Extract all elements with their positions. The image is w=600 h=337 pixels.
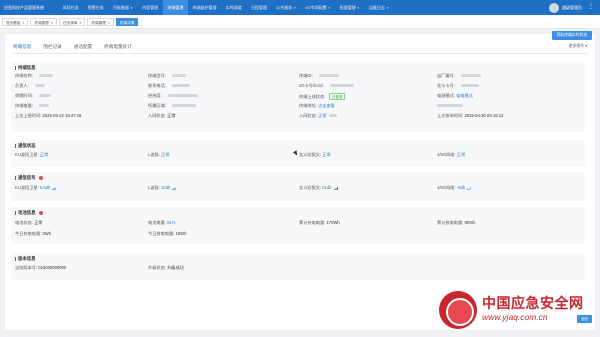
beidou-card: 北斗卡号: [437,83,479,89]
nav-item-terminal[interactable]: 终端管理 [162,0,188,15]
site-watermark: 中国应急安全网 www.yjaq.com.cn [439,290,595,330]
today-charge: 今日充电电量: 0Wh [15,231,52,236]
nav-item-4g-config[interactable]: 4G专网配置▼ [301,0,336,15]
ku-status: KU波段卫星: 正常 [15,152,49,157]
total-discharge: 累计放电电量: 90Wh [437,220,476,225]
watermark-title: 中国应急安全网 [482,295,584,311]
region: 所属区域: [148,103,196,109]
tags-bar: 首页看板 × 终端管理 × 任务清单 × 终端管理 × 终端详情 [0,15,600,29]
section-title: 通信信号 [15,175,44,181]
power-mode: 电源模式: 省电模式 [437,93,473,98]
blurred-field [437,103,463,108]
last-query-time: 上次查询时间: 2025-04-30 09:16:12 [437,113,504,118]
main-nav: 风险任务 预警任务 目标数据▼ 内容管理 终端管理 终端维护管理 实时调度 日程… [58,0,394,15]
get-realtime-status-button[interactable]: 获取终端实时状态 [551,31,592,40]
terminal-id: 终端ID: [299,73,339,79]
online-status: 终端上线状态: 已登录 [299,93,346,100]
signal-icon [172,186,177,190]
terminal-address: 终端地址: 点击查看 [299,103,335,108]
last-report-time: 上次上报时间: 2025-05-22 19:47:18 [15,113,82,118]
chevron-down-icon: ▼ [293,6,297,10]
nav-item-schedule[interactable]: 日程管理 [246,0,271,15]
upgrade-status: 升级状态: 升级成功 [148,265,184,270]
nav-item-terminal-maintenance[interactable]: 终端维护管理 [188,0,221,15]
terminal-model: 终端型号: [148,73,186,79]
net-status: 4/5G网络: 正常 [437,152,466,157]
watermark-logo [439,291,477,329]
alert-icon [38,210,44,215]
view-address-link[interactable]: 点击查看 [318,103,335,108]
net-status-1: 入网状态: 正常 [148,113,176,118]
user-name[interactable]: 超级管理员 [562,5,582,11]
iccid: 4G卡号/iccid: [299,83,354,89]
section-title: 电池信息 [15,210,44,216]
close-icon[interactable]: × [79,21,81,25]
tag-terminal-mgmt-2[interactable]: 终端管理 × [87,17,114,26]
terminal-name: 终端名称: [15,73,53,79]
section-title: 终端信息 [15,65,36,71]
signal-icon [467,186,472,190]
watermark-url: www.yjaq.com.cn [482,312,548,322]
user-menu[interactable]: 超级管理员 [549,2,582,13]
close-icon[interactable]: × [51,21,53,25]
comm-signal-section: 通信信号 KU波段卫星: 5.5db L波段: 10db 北斗短报文: 51db… [11,172,585,201]
more-icon[interactable]: ⋮ [588,3,594,10]
nav-item-warning-tasks[interactable]: 预警任务 [83,0,108,15]
nav-item-dispatch[interactable]: 实时调度 [221,0,246,15]
l-signal: L波段: 10db [148,185,177,191]
ku-signal: KU波段卫星: 5.5db [15,185,57,191]
firmware-version: 当前版本号: 015005000000 [15,265,67,270]
signal-icon [333,186,338,190]
close-icon[interactable]: × [108,21,110,25]
more-actions[interactable]: 更多操作 ▾ [569,43,587,49]
nav-item-permissions[interactable]: 权限管理▼ [335,0,364,15]
contact-phone: 联系电话: [148,83,190,89]
version-info-section: 版本信息 当前版本号: 015005000000 升级状态: 升级成功 [11,253,585,280]
nav-item-content[interactable]: 内容管理 [138,0,163,15]
section-title: 版本信息 [15,256,36,262]
top-navbar: 应急科技产品管理系统 风险任务 预警任务 目标数据▼ 内容管理 终端管理 终端维… [0,0,600,15]
signal-icon [52,186,57,190]
battery-level: 电池电量: 81% [148,220,176,225]
owner: 负责人: [15,83,45,89]
battery-level-field: 终端电量: [15,103,49,109]
status-badge: 已登录 [329,93,346,100]
nav-item-public-service[interactable]: 公共服务▼ [271,0,300,15]
chevron-down-icon: ▼ [327,6,331,10]
today-discharge: 今日放电电量: 10Wh [148,231,187,236]
beidou-status: 北斗短报文: 正常 [299,152,331,157]
chevron-down-icon: ▼ [356,6,360,10]
close-icon[interactable]: × [22,21,24,25]
battery-status: 电池状态: 正常 [15,220,43,225]
terminal-info-section: 终端信息 终端名称: 负责人: 休眠时间: 终端电量: 上次上报时间: 2025… [11,62,585,132]
nav-item-risk-tasks[interactable]: 风险任务 [58,0,83,15]
chevron-down-icon: ▼ [129,6,133,10]
tag-terminal-detail[interactable]: 终端详情 [115,17,139,26]
total-charge: 累计充电电量: 170Wh [299,220,340,225]
beidou-signal: 北斗短报文: 51db [299,185,339,191]
nav-item-target-data[interactable]: 目标数据▼ [108,0,137,15]
nav-item-ops-log[interactable]: 运维日志▼ [364,0,393,15]
section-title: 通信状态 [15,143,36,149]
net-status-2: 入网状态: 正常 [299,113,338,119]
tag-task-list[interactable]: 任务清单 × [58,17,86,26]
tab-divider [13,53,587,54]
chevron-down-icon: ▼ [385,6,389,10]
power-info-section: 电池信息 电池状态: 正常 电池电量: 81% 累计充电电量: 170Wh 累计… [11,207,585,244]
coordinates: 经纬度: [148,93,198,99]
tag-home[interactable]: 首页看板 × [2,17,29,26]
alert-icon [38,175,44,180]
avatar[interactable] [549,2,559,13]
factory-serial: 出厂编号: [437,73,481,79]
tag-terminal-mgmt[interactable]: 终端管理 × [30,17,57,26]
l-status: L波段: 正常 [148,152,170,157]
sleep-time: 休眠时间: [15,93,51,99]
app-brand: 应急科技产品管理系统 [4,4,44,10]
net-signal: 4/5G网络: -9db [437,185,472,191]
